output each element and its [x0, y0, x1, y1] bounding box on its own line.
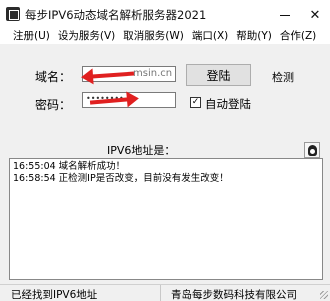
log-line: 16:55:04 域名解析成功！ [13, 161, 126, 172]
company-text: 青岛每步数码科技有限公司 [160, 285, 330, 301]
menu-help[interactable]: 帮助(Y) [232, 30, 276, 44]
domain-label: 域名： [35, 70, 72, 84]
auto-login-label: 自动登陆 [205, 97, 251, 111]
menu-cancel-service[interactable]: 取消服务(W) [119, 30, 188, 44]
auto-login-checkbox[interactable]: ✓ [190, 97, 201, 108]
log-area[interactable]: 16:55:04 域名解析成功！ 16:58:54 正检测IP是否改变，目前没有… [9, 158, 323, 280]
menu-port[interactable]: 端口(X) [188, 30, 232, 44]
close-button[interactable]: ✕ [300, 0, 330, 30]
app-window: 每步IPV6动态域名解析服务器2021 ✕ 注册(U) 设为服务(V) 取消服务… [0, 0, 330, 301]
log-line: 16:58:54 正检测IP是否改变，目前没有发生改变！ [13, 173, 229, 184]
minimize-button[interactable] [270, 0, 300, 30]
window-title: 每步IPV6动态域名解析服务器2021 [25, 8, 207, 22]
menu-register[interactable]: 注册(U) [0, 30, 54, 44]
menu-bar: 注册(U) 设为服务(V) 取消服务(W) 端口(X) 帮助(Y) 合作(Z) [0, 30, 330, 44]
qq-icon[interactable] [304, 142, 320, 158]
password-label: 密码： [35, 98, 72, 112]
login-button[interactable]: 登陆 [186, 64, 251, 86]
status-text: 已经找到IPV6地址 [11, 289, 98, 301]
menu-cooperation[interactable]: 合作(Z) [276, 30, 320, 44]
window-controls: ✕ [270, 0, 330, 30]
status-bar: 已经找到IPV6地址 青岛每步数码科技有限公司 [0, 284, 330, 301]
app-icon [6, 7, 20, 21]
menu-set-service[interactable]: 设为服务(V) [54, 30, 119, 44]
resize-grip[interactable] [320, 291, 328, 299]
ipv6-label: IPV6地址是： [107, 144, 176, 157]
title-bar[interactable]: 每步IPV6动态域名解析服务器2021 ✕ [0, 0, 330, 30]
detect-label: 检测 [272, 71, 294, 84]
